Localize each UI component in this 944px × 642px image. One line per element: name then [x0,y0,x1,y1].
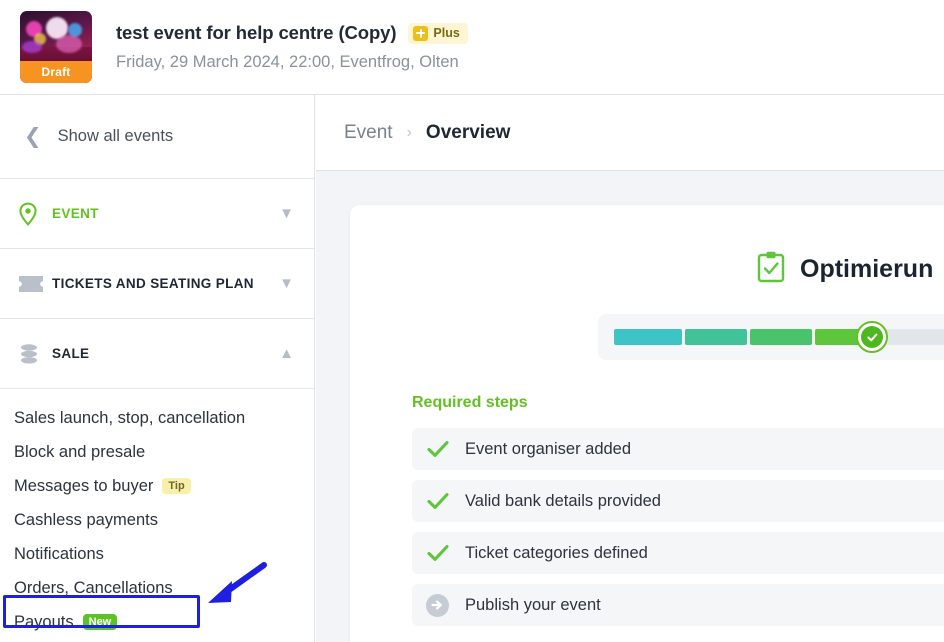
arrow-right-circle-icon [426,594,449,617]
event-title: test event for help centre (Copy) [116,22,396,44]
plus-plan-badge: Plus [408,23,467,44]
sidebar-item-label: Block and presale [14,443,145,462]
sidebar-group-label: TICKETS AND SEATING PLAN [52,274,279,294]
sidebar-item-block-and-presale[interactable]: Block and presale [0,435,314,469]
sidebar-item-label: Payouts [14,613,74,632]
chevron-up-icon[interactable]: ▲ [279,346,294,361]
show-all-events-link[interactable]: ❮ Show all events [0,95,314,179]
chevron-down-icon[interactable]: ▼ [279,276,294,291]
step-label: Valid bank details provided [465,492,661,511]
step-row[interactable]: Event organiser added [412,428,944,470]
breadcrumb: Event › Overview [316,95,944,171]
sidebar-group-event[interactable]: EVENT ▼ [0,179,314,249]
plus-icon [413,26,428,41]
clipboard-check-icon [756,251,786,288]
sidebar: ❮ Show all events EVENT ▼ TICKETS AND SE… [0,95,315,642]
chevron-right-icon: › [407,124,412,142]
sidebar-group-tickets-and-seating-plan[interactable]: TICKETS AND SEATING PLAN ▼ [0,249,314,319]
event-subtitle: Friday, 29 March 2024, 22:00, Eventfrog,… [116,53,468,72]
event-thumbnail[interactable]: Draft [20,11,92,83]
breadcrumb-parent[interactable]: Event [344,122,393,144]
step-row[interactable]: Valid bank details provided [412,480,944,522]
card-title: Optimierun [800,255,933,284]
location-pin-icon [18,202,52,226]
draft-status-badge: Draft [20,61,92,83]
sidebar-item-orders-cancellations[interactable]: Orders, Cancellations [0,571,314,605]
sidebar-item-label: Notifications [14,545,104,564]
breadcrumb-current: Overview [426,122,511,144]
required-steps-list: Event organiser added Valid bank details… [412,428,944,626]
sidebar-group-sale[interactable]: SALE ▲ [0,319,314,389]
check-icon [426,440,449,458]
ticket-icon [18,274,52,294]
sidebar-item-label: Cashless payments [14,511,158,530]
step-row[interactable]: Publish your event [412,584,944,626]
sidebar-item-label: Orders, Cancellations [14,579,173,598]
sidebar-group-label: SALE [52,344,279,364]
event-header-text: test event for help centre (Copy) Plus F… [116,22,468,72]
sidebar-submenu-sale: Sales launch, stop, cancellation Block a… [0,389,314,639]
sidebar-item-cashless-payments[interactable]: Cashless payments [0,503,314,537]
sidebar-item-messages-to-buyer[interactable]: Messages to buyer Tip [0,469,314,503]
optimisation-card: Optimierun [350,205,944,642]
progress-remaining [880,329,944,345]
chevron-down-icon[interactable]: ▼ [279,206,294,221]
sidebar-group-label: EVENT [52,204,279,224]
progress-segment [750,329,812,345]
progress-segment [614,329,682,345]
new-badge: New [83,614,118,631]
step-label: Ticket categories defined [465,544,648,563]
check-icon [426,544,449,562]
show-all-events-label: Show all events [58,127,174,146]
sidebar-item-label: Messages to buyer [14,477,153,496]
progress-segment [685,329,747,345]
tip-badge: Tip [162,478,190,495]
card-title-row: Optimierun [350,205,944,288]
optimisation-progress-bar [598,314,944,360]
step-row[interactable]: Ticket categories defined [412,532,944,574]
sidebar-item-sales-launch-stop-cancellation[interactable]: Sales launch, stop, cancellation [0,401,314,435]
check-icon [426,492,449,510]
check-circle-icon [856,321,888,353]
app-root: Draft test event for help centre (Copy) … [0,0,944,642]
event-header: Draft test event for help centre (Copy) … [0,0,944,95]
plus-plan-label: Plus [433,26,459,40]
step-label: Publish your event [465,596,601,615]
main-content: Event › Overview Optimierun [316,95,944,642]
sidebar-item-label: Sales launch, stop, cancellation [14,409,245,428]
sidebar-item-notifications[interactable]: Notifications [0,537,314,571]
progress-track [614,329,944,345]
sidebar-item-payouts[interactable]: Payouts New [0,605,314,639]
coins-stack-icon [18,343,52,365]
step-label: Event organiser added [465,440,631,459]
required-steps-heading: Required steps [412,394,944,412]
chevron-left-icon: ❮ [24,126,42,147]
